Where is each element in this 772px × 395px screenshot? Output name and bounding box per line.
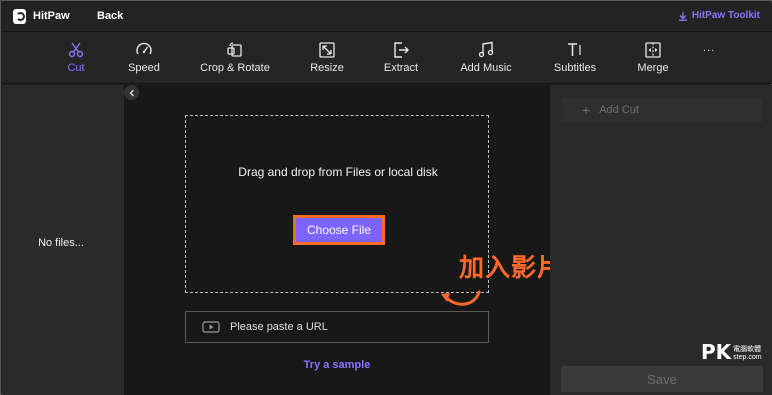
tab-crop-rotate-label: Crop & Rotate xyxy=(200,62,270,74)
tab-resize-label: Resize xyxy=(310,62,344,74)
speedometer-icon xyxy=(136,42,152,55)
try-sample-link[interactable]: Try a sample xyxy=(124,359,550,371)
tab-extract-label: Extract xyxy=(383,62,419,74)
scissors-icon xyxy=(68,42,84,58)
tab-resize[interactable]: Resize xyxy=(307,32,347,84)
subtitles-icon xyxy=(568,43,581,56)
tab-extract[interactable]: Extract xyxy=(381,32,421,84)
download-icon xyxy=(678,11,687,21)
tab-subtitles-label: Subtitles xyxy=(553,62,597,74)
crop-rotate-icon xyxy=(227,42,242,57)
more-tools-button[interactable]: ... xyxy=(703,42,715,54)
url-input[interactable]: Please paste a URL xyxy=(185,311,489,343)
empty-file-list-text: No files... xyxy=(38,237,84,249)
watermark-sub: 電腦軟體 step.com xyxy=(733,346,761,362)
chevron-left-icon xyxy=(129,89,134,96)
add-cut-label: Add Cut xyxy=(599,104,639,116)
tab-speed-label: Speed xyxy=(128,62,160,74)
plus-icon: + xyxy=(582,102,591,118)
watermark-line2: step.com xyxy=(733,354,762,361)
tab-merge-label: Merge xyxy=(637,62,669,74)
tab-subtitles[interactable]: Subtitles xyxy=(551,32,599,84)
drop-instruction: Drag and drop from Files or local disk xyxy=(238,165,438,179)
preview-area: Drag and drop from Files or local disk C… xyxy=(124,85,562,395)
tab-merge[interactable]: Merge xyxy=(633,32,673,84)
tab-speed[interactable]: Speed xyxy=(124,32,164,84)
watermark-line1: 電腦軟體 xyxy=(733,346,762,353)
annotation-arrow-icon xyxy=(441,290,481,306)
tab-crop-rotate[interactable]: Crop & Rotate xyxy=(199,32,271,84)
watermark: PK 電腦軟體 step.com xyxy=(701,342,762,362)
toolbar: Cut Speed Crop & Rotate Resize Extract A… xyxy=(2,32,772,84)
url-input-placeholder: Please paste a URL xyxy=(230,321,328,333)
app-window: HitPaw Back HitPaw Toolkit Cut Speed Cro… xyxy=(0,0,772,395)
drop-zone[interactable]: Drag and drop from Files or local disk C… xyxy=(185,115,562,306)
extract-icon xyxy=(394,42,409,58)
annotation-label: 加入影片 xyxy=(459,253,564,282)
music-icon xyxy=(478,41,494,58)
tab-add-music-label: Add Music xyxy=(460,62,512,74)
tab-add-music[interactable]: Add Music xyxy=(458,32,514,84)
add-cut-button[interactable]: + Add Cut xyxy=(561,98,763,122)
tab-cut[interactable]: Cut xyxy=(64,32,88,84)
hitpaw-toolkit-link[interactable]: HitPaw Toolkit xyxy=(678,10,760,21)
video-play-icon xyxy=(202,321,220,333)
choose-file-button[interactable]: Choose File xyxy=(296,218,382,242)
title-bar: HitPaw Back HitPaw Toolkit xyxy=(2,2,772,32)
app-name: HitPaw xyxy=(33,10,70,22)
choose-file-highlight: Choose File xyxy=(293,215,385,245)
resize-icon xyxy=(319,42,335,58)
save-button[interactable]: Save xyxy=(561,366,763,392)
hitpaw-logo-icon xyxy=(13,9,26,24)
toolkit-label: HitPaw Toolkit xyxy=(691,10,760,21)
back-button[interactable]: Back xyxy=(97,10,123,22)
merge-icon xyxy=(645,42,661,58)
file-list-panel: No files... xyxy=(2,85,124,395)
collapse-panel-button[interactable] xyxy=(124,85,139,100)
watermark-pk: PK xyxy=(701,340,732,364)
tab-cut-label: Cut xyxy=(67,62,85,74)
